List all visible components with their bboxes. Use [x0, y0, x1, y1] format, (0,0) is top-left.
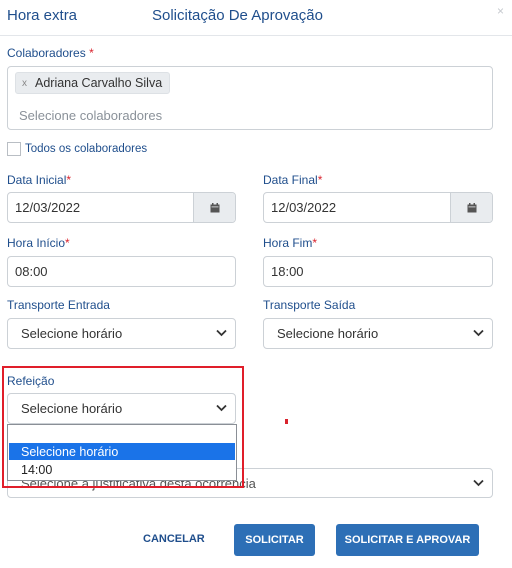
required-mark: *: [89, 46, 94, 60]
transporte-entrada-value: Selecione horário: [21, 326, 123, 341]
chevron-down-icon: [473, 329, 484, 337]
hora-fim-label-text: Hora Fim: [263, 236, 313, 250]
hora-inicio-input[interactable]: 08:00: [7, 256, 236, 287]
transporte-entrada-label: Transporte Entrada: [7, 298, 110, 312]
modal-title: Solicitação De Aprovação: [152, 7, 323, 24]
close-icon[interactable]: ×: [497, 4, 504, 18]
colaboradores-label-text: Colaboradores: [7, 46, 86, 60]
data-inicial-label-text: Data Inicial: [7, 173, 67, 187]
todos-colaboradores-label: Todos os colaboradores: [25, 143, 148, 155]
colaboradores-search-input[interactable]: Selecione colaboradores: [19, 108, 162, 123]
calendar-icon[interactable]: [450, 193, 492, 222]
data-final-input[interactable]: 12/03/2022: [264, 193, 450, 222]
data-inicial-field: 12/03/2022: [7, 192, 236, 223]
hora-fim-label: Hora Fim*: [263, 236, 317, 250]
required-marker-dot: [285, 419, 288, 424]
hora-inicio-label: Hora Início*: [7, 236, 70, 250]
calendar-icon[interactable]: [193, 193, 235, 222]
modal-header: Hora extra Solicitação De Aprovação ×: [0, 0, 512, 36]
modal-title-left: Hora extra: [7, 7, 78, 24]
transporte-saida-select[interactable]: Selecione horário: [263, 318, 493, 349]
required-mark: *: [66, 173, 72, 187]
required-mark: *: [317, 173, 323, 187]
todos-colaboradores-checkbox[interactable]: [7, 142, 21, 156]
data-inicial-label: Data Inicial*: [7, 173, 71, 187]
transporte-saida-value: Selecione horário: [277, 326, 379, 341]
selected-colaborador-chip: x Adriana Carvalho Silva: [15, 72, 171, 94]
colaboradores-field[interactable]: x Adriana Carvalho Silva Selecione colab…: [7, 66, 493, 130]
required-mark: *: [65, 236, 70, 250]
solicitar-button[interactable]: SOLICITAR: [234, 524, 315, 556]
cancel-button[interactable]: CANCELAR: [143, 533, 205, 545]
data-final-label: Data Final*: [263, 173, 322, 187]
colaboradores-label: Colaboradores *: [7, 46, 94, 60]
data-final-field: 12/03/2022: [263, 192, 493, 223]
transporte-entrada-select[interactable]: Selecione horário: [7, 318, 236, 349]
todos-colaboradores-option: Todos os colaboradores: [7, 142, 147, 156]
highlight-box: [2, 366, 244, 488]
hora-fim-input[interactable]: 18:00: [263, 256, 493, 287]
hora-inicio-label-text: Hora Início: [7, 236, 66, 250]
chevron-down-icon: [216, 329, 227, 337]
remove-chip-icon[interactable]: x: [22, 78, 27, 89]
required-mark: *: [312, 236, 318, 250]
data-inicial-input[interactable]: 12/03/2022: [8, 193, 193, 222]
data-final-label-text: Data Final: [263, 173, 318, 187]
chevron-down-icon: [473, 479, 484, 487]
solicitar-aprovar-button[interactable]: SOLICITAR E APROVAR: [336, 524, 479, 556]
chip-label: Adriana Carvalho Silva: [35, 76, 163, 90]
transporte-saida-label: Transporte Saída: [263, 298, 356, 312]
